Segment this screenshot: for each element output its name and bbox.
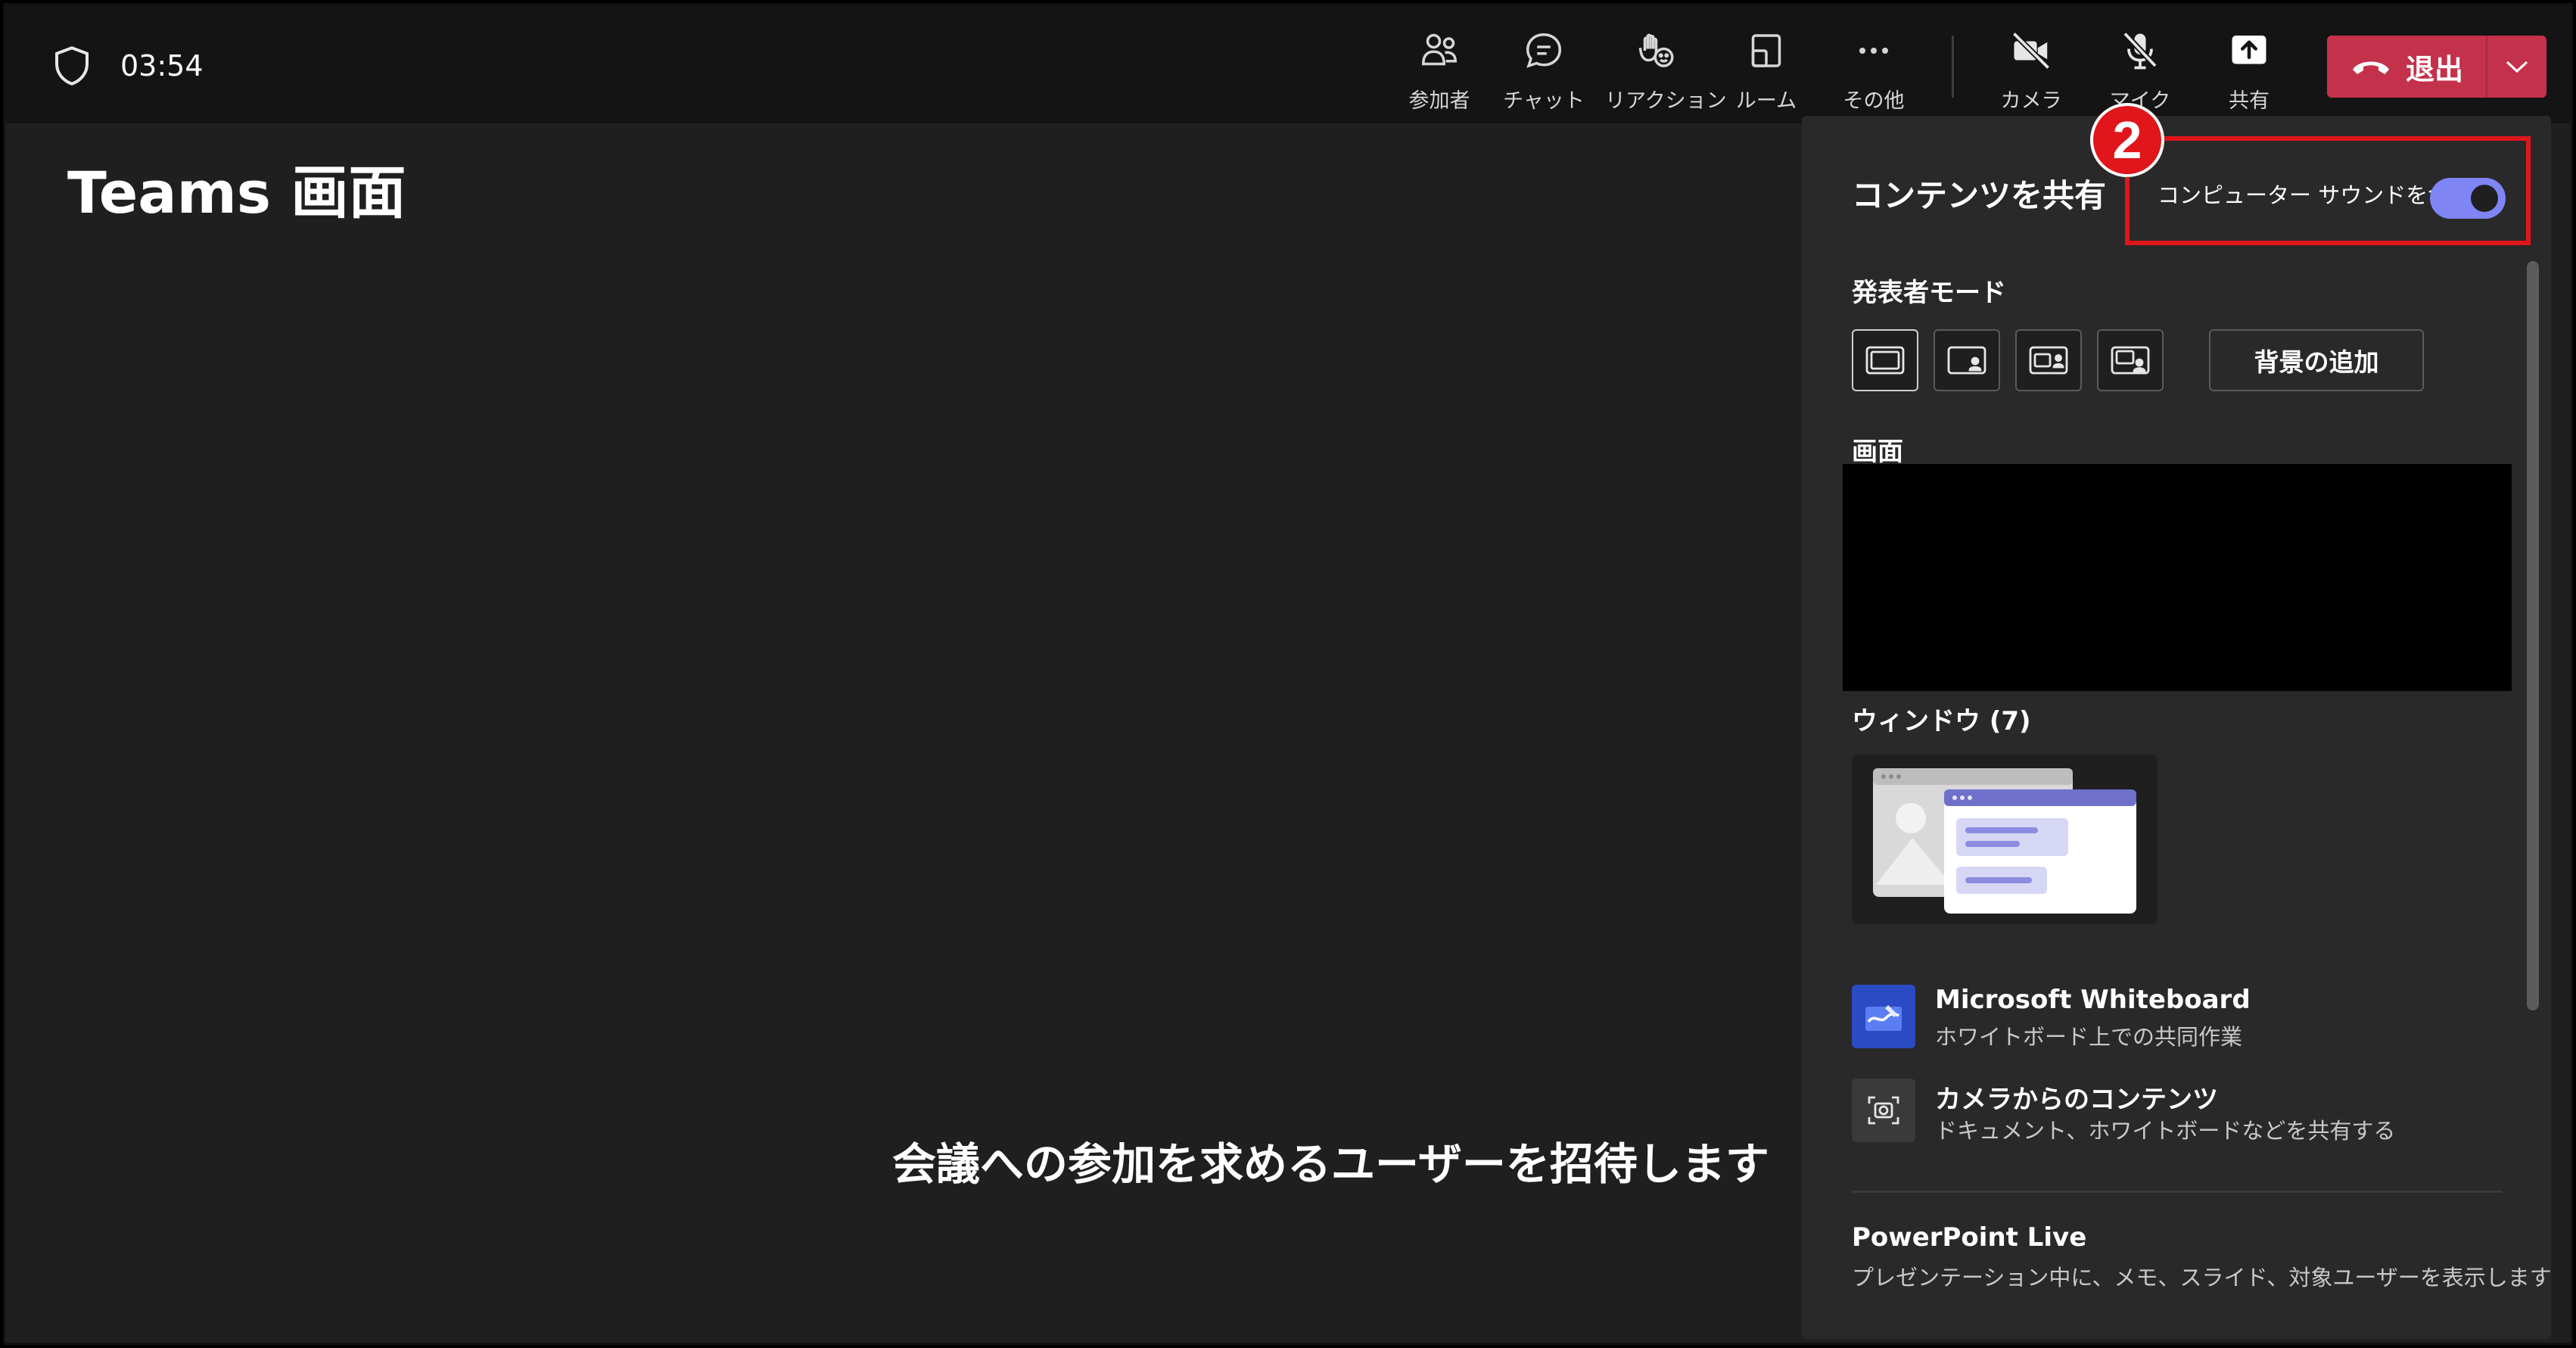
screen-title: Teams 画面 (67, 159, 406, 226)
more-icon (1859, 48, 1888, 54)
powerpoint-live-title: PowerPoint Live (1852, 1222, 2087, 1253)
chat-icon (1526, 33, 1562, 68)
share-button[interactable]: 共有 (2200, 28, 2298, 113)
annotation-highlight-box (2125, 136, 2531, 245)
mic-off-icon (2123, 31, 2158, 70)
share-content-panel: コンテンツを共有 コンピューター サウンドを含む 発表者モード 背景の追加 画面 (1802, 116, 2552, 1339)
meeting-toolbar: 03:54 参加者 チャット リアクション ルーム その他 カメラ マイク 共有… (5, 5, 2571, 123)
chat-button[interactable]: チャット (1495, 28, 1593, 113)
camera-off-icon (2011, 31, 2051, 70)
whiteboard-icon (1852, 985, 1915, 1048)
reaction-icon (1638, 33, 1674, 67)
participants-button[interactable]: 参加者 (1390, 28, 1489, 113)
reporter-icon (2111, 346, 2150, 375)
presenter-mode-label: 発表者モード (1852, 278, 2006, 308)
invite-message: 会議への参加を求めるユーザーを招待します (892, 1138, 1769, 1190)
add-background-button[interactable]: 背景の追加 (2209, 329, 2424, 391)
camera-content-name: カメラからのコンテンツ (1935, 1085, 2218, 1115)
powerpoint-live-desc: プレゼンテーション中に、メモ、スライド、対象ユーザーを表示します (1852, 1265, 2552, 1290)
window-thumbnail[interactable] (1852, 755, 2158, 924)
whiteboard-desc: ホワイトボード上での共同作業 (1935, 1024, 2243, 1050)
rooms-icon (1751, 34, 1781, 67)
content-only-icon (1865, 346, 1905, 375)
camera-content-desc: ドキュメント、ホワイトボードなどを共有する (1935, 1118, 2396, 1144)
hang-up-icon (2352, 61, 2389, 74)
window-section-label: ウィンドウ (7) (1852, 706, 2031, 736)
mic-button[interactable]: マイク (2091, 28, 2189, 113)
side-by-side-icon (2029, 346, 2068, 375)
presenter-mode-reporter[interactable] (2097, 329, 2164, 391)
meeting-timer: 03:54 (120, 49, 204, 82)
annotation-number-badge: 2 (2090, 103, 2164, 177)
toolbar-divider (1952, 36, 1954, 98)
window-illustration-icon (1873, 768, 2136, 914)
leave-button[interactable]: 退出 (2327, 36, 2486, 98)
camera-content-icon (1852, 1079, 1915, 1142)
shield-icon (55, 46, 89, 86)
presenter-mode-standout[interactable] (1934, 329, 2000, 391)
section-divider (1852, 1191, 2503, 1193)
leave-button-group: 退出 (2327, 36, 2546, 98)
panel-scrollbar[interactable] (2527, 261, 2539, 1010)
presenter-mode-content-only[interactable] (1852, 329, 1918, 391)
people-icon (1421, 33, 1458, 66)
presenter-mode-side-by-side[interactable] (2015, 329, 2082, 391)
chevron-down-icon (2506, 61, 2528, 73)
panel-title: コンテンツを共有 (1852, 177, 2107, 214)
camera-button[interactable]: カメラ (1982, 28, 2080, 113)
whiteboard-name: Microsoft Whiteboard (1935, 985, 2251, 1015)
standout-icon (1947, 346, 1986, 375)
screen-section-label: 画面 (1852, 437, 1903, 467)
reactions-button[interactable]: リアクション (1605, 28, 1727, 113)
more-button[interactable]: その他 (1825, 28, 1923, 113)
screen-preview[interactable] (1843, 464, 2512, 691)
share-icon (2232, 36, 2266, 64)
rooms-button[interactable]: ルーム (1717, 28, 1815, 113)
leave-options-button[interactable] (2487, 36, 2546, 98)
